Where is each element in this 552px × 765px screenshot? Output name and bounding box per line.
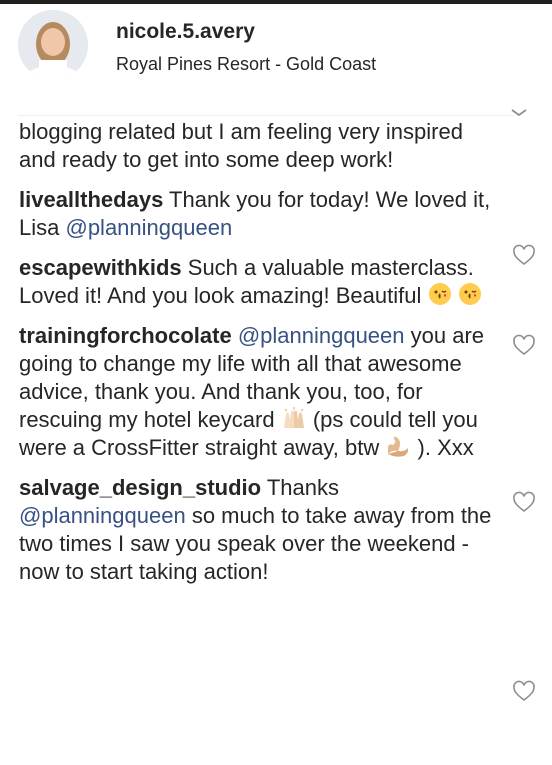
location-label[interactable]: Royal Pines Resort - Gold Coast	[116, 54, 376, 75]
kiss-emoji-icon	[458, 283, 481, 305]
mention-link[interactable]: @planningqueen	[19, 503, 186, 528]
chevron-down-icon[interactable]	[508, 103, 530, 121]
comment: blogging related but I am feeling very i…	[19, 118, 495, 174]
heart-icon[interactable]	[512, 334, 536, 356]
comment-username[interactable]: salvage_design_studio	[19, 475, 261, 500]
comment: salvage_design_studio Thanks @planningqu…	[19, 474, 495, 586]
kiss-emoji-icon	[428, 283, 451, 305]
comment-list: blogging related but I am feeling very i…	[19, 118, 495, 598]
comment: liveallthedays Thank you for today! We l…	[19, 186, 495, 242]
mention-link[interactable]: @planningqueen	[65, 215, 232, 240]
heart-icon[interactable]	[512, 680, 536, 702]
post-header: nicole.5.avery Royal Pines Resort - Gold…	[0, 4, 552, 110]
raising-hands-emoji-icon	[283, 407, 304, 428]
comment-text: blogging related but I am feeling very i…	[19, 119, 463, 172]
mention-link[interactable]: @planningqueen	[238, 323, 405, 348]
comment: trainingforchocolate @planningqueen you …	[19, 322, 495, 462]
username[interactable]: nicole.5.avery	[116, 20, 255, 44]
heart-icon[interactable]	[512, 491, 536, 513]
comment-username[interactable]: trainingforchocolate	[19, 323, 232, 348]
comment-text: Thanks	[266, 475, 339, 500]
comment-text: ). Xxx	[417, 435, 474, 460]
flexed-biceps-emoji-icon	[388, 436, 409, 457]
avatar[interactable]	[18, 10, 88, 80]
heart-icon[interactable]	[512, 244, 536, 266]
divider	[18, 115, 514, 116]
comment-username[interactable]: escapewithkids	[19, 255, 182, 280]
comment: escapewithkids Such a valuable mastercla…	[19, 254, 495, 310]
comment-username[interactable]: liveallthedays	[19, 187, 163, 212]
